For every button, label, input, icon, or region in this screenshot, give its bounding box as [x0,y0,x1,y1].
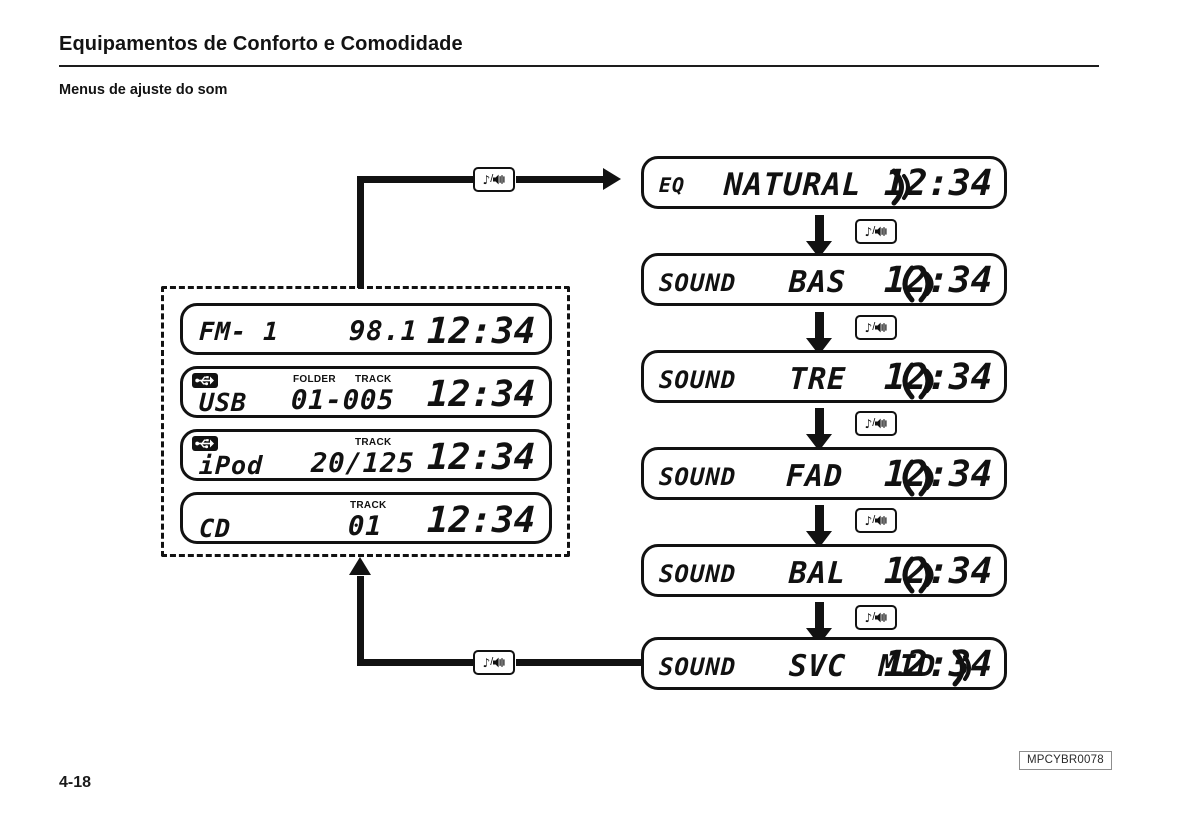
cd-source-label: CD [198,514,232,543]
connector-bottom-horizontal-right [516,659,641,666]
sound-bas-display: SOUND BAS 12:34 [641,253,1007,306]
sound-tre-value: TRE [788,362,847,397]
eq-clock: 12:34 [882,163,993,204]
speaker-icon [493,174,505,185]
usb-folder-track-value: 01-005 [290,385,396,416]
figure-code: MPCYBR0078 [1019,751,1112,770]
cd-clock: 12:34 [425,500,536,541]
sound-svc-label: SOUND [658,653,737,681]
audio-menu-button-step4[interactable]: ♪ / [855,508,897,533]
audio-button-glyphs: ♪ / [483,174,506,186]
ipod-source-label: iPod [198,451,264,480]
sound-bal-label: SOUND [658,560,737,588]
eq-value: NATURAL [723,167,863,203]
connector-bottom-vertical [357,576,364,666]
connector-top-vertical [357,176,364,288]
audio-menu-button-step1[interactable]: ♪ / [855,219,897,244]
speaker-icon [875,322,887,333]
usb-clock: 12:34 [425,374,536,415]
cd-track-value: 01 [347,511,384,542]
speaker-icon [493,657,505,668]
ipod-clock: 12:34 [425,437,536,478]
sound-fad-label: SOUND [658,463,737,491]
usb-source-label: USB [198,388,248,417]
speaker-icon [875,418,887,429]
music-note-icon: ♪ [482,655,491,670]
usb-folder-label: FOLDER [293,374,336,385]
connector-bottom-arrowhead [349,557,371,575]
sound-fad-display: SOUND FAD 12:34 [641,447,1007,500]
eq-label: EQ [658,173,686,197]
sound-svc-display: SOUND SVC MID 12:34 [641,637,1007,690]
audio-menu-button-step3[interactable]: ♪ / [855,411,897,436]
manual-page: Equipamentos de Conforto e Comodidade Me… [0,0,1200,826]
connector-top-horizontal-left [357,176,475,183]
fm-frequency-value: 98.1 [348,316,419,347]
ipod-track-value: 20/125 [310,448,416,479]
ipod-display: TRACK iPod 20/125 12:34 [180,429,552,481]
usb-icon [192,436,218,451]
audio-menu-button-top[interactable]: ♪ / [473,167,515,192]
speaker-icon [875,612,887,623]
music-note-icon: ♪ [864,513,873,528]
music-note-icon: ♪ [482,172,491,187]
sound-tre-clock: 12:34 [882,357,993,398]
audio-menu-button-bottom[interactable]: ♪ / [473,650,515,675]
fm-display: FM- 1 98.1 12:34 [180,303,552,355]
audio-button-glyphs: ♪ / [865,322,888,334]
sound-svc-value: SVC [788,649,847,684]
audio-button-glyphs: ♪ / [483,657,506,669]
connector-bottom-horizontal-left [357,659,475,666]
connector-top-horizontal-right [516,176,606,183]
cd-track-label: TRACK [350,500,387,511]
page-title: Equipamentos de Conforto e Comodidade [59,33,463,55]
sound-bal-clock: 12:34 [882,551,993,592]
sound-fad-clock: 12:34 [882,454,993,495]
cd-display: TRACK CD 01 12:34 [180,492,552,544]
section-title: Menus de ajuste do som [59,82,228,98]
audio-button-glyphs: ♪ / [865,418,888,430]
sound-bas-clock: 12:34 [882,260,993,301]
sound-bal-value: BAL [788,556,847,591]
page-number: 4-18 [59,774,92,791]
speaker-icon [875,226,887,237]
sound-bas-label: SOUND [658,269,737,297]
fm-clock: 12:34 [425,311,536,352]
sound-svc-clock: 12:34 [882,644,993,685]
audio-button-glyphs: ♪ / [865,226,888,238]
sound-bal-display: SOUND BAL 12:34 [641,544,1007,597]
audio-button-glyphs: ♪ / [865,515,888,527]
ipod-track-label: TRACK [355,437,392,448]
music-note-icon: ♪ [864,224,873,239]
fm-source-label: FM- 1 [198,317,280,346]
usb-track-label: TRACK [355,374,392,385]
music-note-icon: ♪ [864,610,873,625]
usb-display: FOLDER TRACK USB 01-005 12:34 [180,366,552,418]
sound-bas-value: BAS [788,265,847,300]
eq-natural-display: EQ NATURAL 12:34 [641,156,1007,209]
audio-menu-button-step2[interactable]: ♪ / [855,315,897,340]
sound-tre-display: SOUND TRE 12:34 [641,350,1007,403]
music-note-icon: ♪ [864,320,873,335]
sound-tre-label: SOUND [658,366,737,394]
speaker-icon [875,515,887,526]
audio-menu-button-step5[interactable]: ♪ / [855,605,897,630]
audio-button-glyphs: ♪ / [865,612,888,624]
connector-top-arrowhead [603,168,621,190]
sound-fad-value: FAD [785,459,844,494]
title-divider [59,65,1099,67]
usb-icon [192,373,218,388]
music-note-icon: ♪ [864,416,873,431]
